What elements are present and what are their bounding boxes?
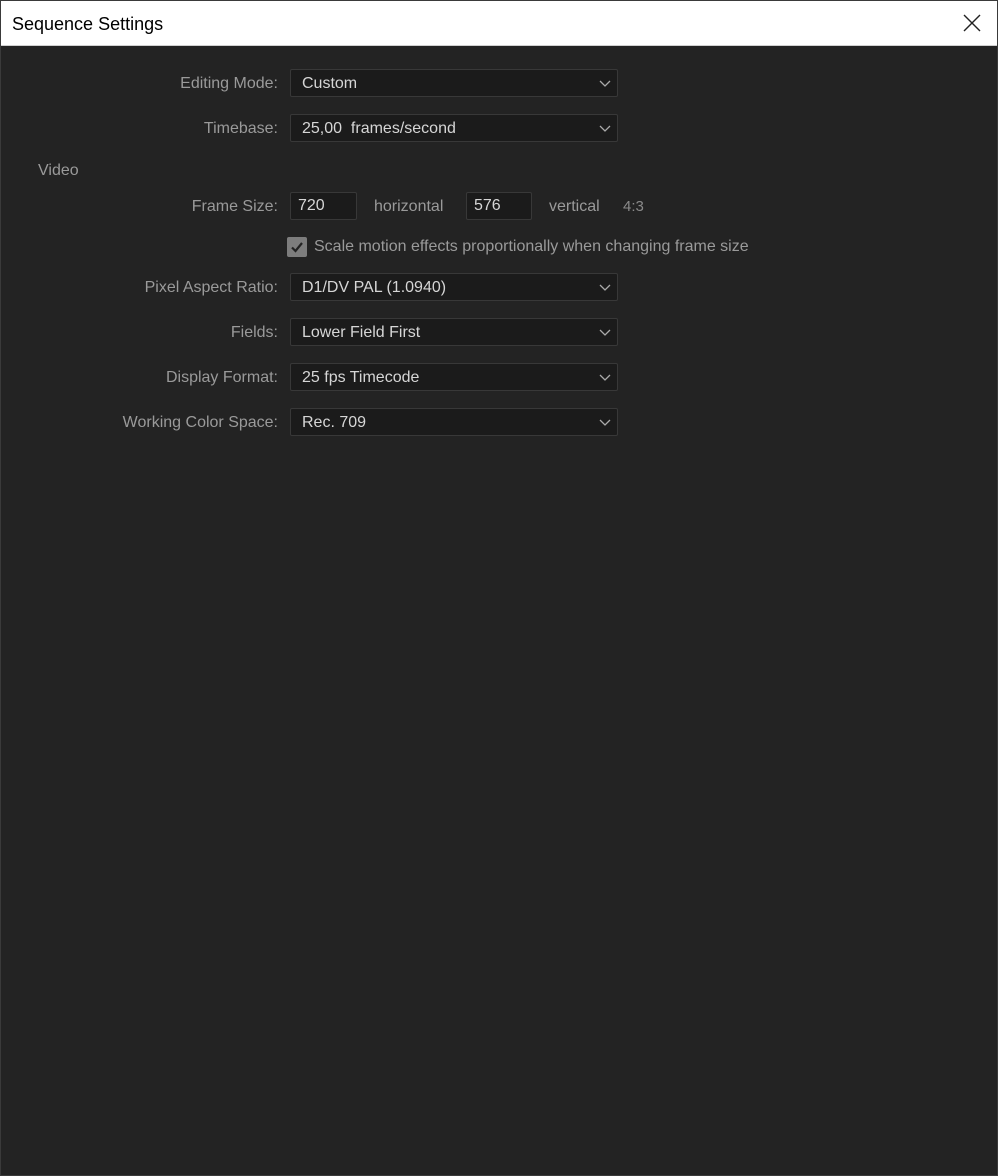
working-color-space-value: Rec. 709 <box>302 414 367 431</box>
close-icon <box>963 14 981 32</box>
chevron-down-icon <box>599 329 611 336</box>
display-format-select[interactable]: 25 fps Timecode <box>290 363 618 391</box>
pixel-aspect-ratio-select[interactable]: D1/DV PAL (1.0940) <box>290 273 618 301</box>
title-bar: Sequence Settings <box>1 1 997 46</box>
working-color-space-select[interactable]: Rec. 709 <box>290 408 618 436</box>
chevron-down-icon <box>599 80 611 87</box>
timebase-label: Timebase: <box>203 120 278 137</box>
settings-panel: Editing Mode: Custom Timebase: 25,00 fra… <box>1 46 997 1175</box>
display-format-label: Display Format: <box>165 369 278 386</box>
sequence-settings-dialog: Sequence Settings Editing Mode: Custom T… <box>0 0 998 1176</box>
frame-height-input[interactable]: 576 <box>466 192 532 220</box>
frame-size-label: Frame Size: <box>191 198 278 215</box>
scale-motion-label[interactable]: Scale motion effects proportionally when… <box>314 237 749 257</box>
chevron-down-icon <box>599 419 611 426</box>
timebase-select[interactable]: 25,00 frames/second <box>290 114 618 142</box>
timebase-value: 25,00 frames/second <box>302 120 456 137</box>
editing-mode-label: Editing Mode: <box>180 75 278 92</box>
editing-mode-select[interactable]: Custom <box>290 69 618 97</box>
chevron-down-icon <box>599 374 611 381</box>
fields-select[interactable]: Lower Field First <box>290 318 618 346</box>
fields-label: Fields: <box>230 324 278 341</box>
scale-motion-checkbox[interactable] <box>287 237 307 257</box>
aspect-ratio-readout: 4:3 <box>623 198 644 215</box>
display-format-value: 25 fps Timecode <box>302 369 420 386</box>
horizontal-label: horizontal <box>374 198 444 215</box>
checkmark-icon <box>291 242 303 253</box>
frame-width-input[interactable]: 720 <box>290 192 357 220</box>
dialog-title: Sequence Settings <box>12 14 164 34</box>
chevron-down-icon <box>599 125 611 132</box>
pixel-aspect-ratio-value: D1/DV PAL (1.0940) <box>302 279 447 296</box>
pixel-aspect-ratio-label: Pixel Aspect Ratio: <box>144 279 278 296</box>
working-color-space-label: Working Color Space: <box>122 414 278 431</box>
vertical-label: vertical <box>549 198 600 215</box>
close-button[interactable] <box>947 1 997 45</box>
editing-mode-value: Custom <box>302 75 358 92</box>
chevron-down-icon <box>599 284 611 291</box>
fields-value: Lower Field First <box>302 324 421 341</box>
video-section-heading: Video <box>38 162 79 179</box>
